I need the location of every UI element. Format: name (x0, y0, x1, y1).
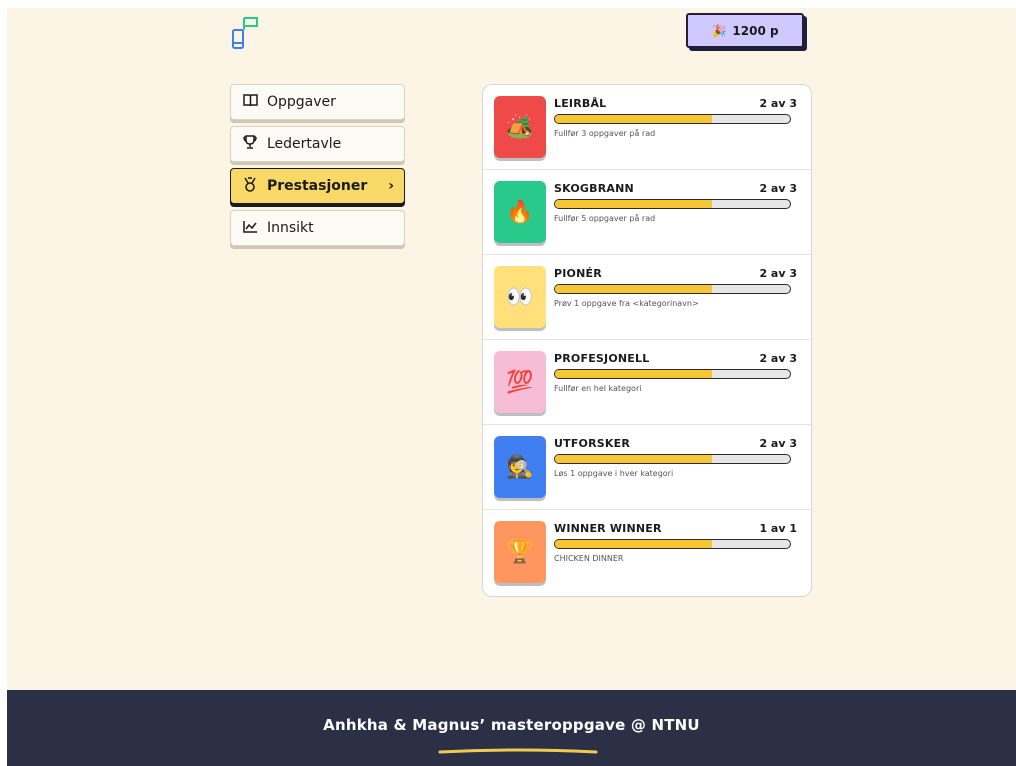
achievement-description: Prøv 1 oppgave fra <kategorinavn> (554, 299, 699, 308)
progress-fill (555, 115, 712, 123)
nav-label: Oppgaver (267, 94, 336, 110)
achievement-description: Løs 1 oppgave i hver kategori (554, 469, 674, 478)
trophy-icon: 🏆 (494, 521, 546, 583)
nav-item-prestasjoner[interactable]: Prestasjoner › (230, 168, 405, 204)
achievement-row: 🕵️ UTFORSKER 2 av 3 Løs 1 oppgave i hver… (483, 425, 811, 510)
achievement-description: Fullfør 5 oppgaver på rad (554, 214, 656, 223)
sidebar-nav: Oppgaver Ledertavle Prestasjoner › Innsi… (230, 84, 405, 252)
achievement-title: WINNER WINNER (554, 522, 662, 535)
chevron-right-icon: › (388, 178, 394, 194)
achievement-row: 🏆 WINNER WINNER 1 av 1 CHICKEN DINNER (483, 510, 811, 595)
achievement-title: UTFORSKER (554, 437, 631, 450)
nav-item-innsikt[interactable]: Innsikt (230, 210, 405, 246)
achievement-count: 2 av 3 (759, 352, 797, 365)
progress-fill (555, 455, 712, 463)
achievement-description: Fullfør en hel kategori (554, 384, 642, 393)
progress-bar (554, 369, 791, 379)
nav-label: Ledertavle (267, 136, 342, 152)
achievement-title: PIONÉR (554, 267, 602, 280)
progress-bar (554, 114, 791, 124)
achievement-count: 2 av 3 (759, 182, 797, 195)
detective-icon: 🕵️ (494, 436, 546, 498)
camping-icon: 🏕️ (494, 96, 546, 158)
progress-fill (555, 370, 712, 378)
achievement-title: LEIRBÅL (554, 97, 607, 110)
chart-icon (241, 220, 259, 237)
footer-text: Anhkha & Magnus’ masteroppgave @ NTNU (323, 716, 700, 734)
medal-icon (241, 176, 259, 196)
points-label: 1200 p (732, 23, 779, 38)
progress-fill (555, 200, 712, 208)
points-badge[interactable]: 🎉 1200 p (686, 13, 804, 48)
book-icon (241, 93, 259, 111)
achievement-description: CHICKEN DINNER (554, 554, 624, 563)
achievement-row: 🏕️ LEIRBÅL 2 av 3 Fullfør 3 oppgaver på … (483, 85, 811, 170)
progress-bar (554, 454, 791, 464)
footer-underline (438, 748, 598, 754)
achievement-count: 2 av 3 (759, 267, 797, 280)
nav-label: Prestasjoner (267, 178, 368, 194)
progress-fill (555, 285, 712, 293)
achievement-count: 2 av 3 (759, 437, 797, 450)
nav-item-ledertavle[interactable]: Ledertavle (230, 126, 405, 162)
app-frame: 🎉 1200 p Oppgaver Ledertavle Prestasjone… (7, 8, 1016, 766)
progress-bar (554, 539, 791, 549)
progress-bar (554, 284, 791, 294)
party-popper-icon: 🎉 (711, 23, 727, 38)
achievement-row: 🔥 SKOGBRANN 2 av 3 Fullfør 5 oppgaver på… (483, 170, 811, 255)
logo-icon[interactable] (232, 16, 260, 50)
achievement-row: 👀 PIONÉR 2 av 3 Prøv 1 oppgave fra <kate… (483, 255, 811, 340)
nav-label: Innsikt (267, 220, 314, 236)
nav-item-oppgaver[interactable]: Oppgaver (230, 84, 405, 120)
achievement-description: Fullfør 3 oppgaver på rad (554, 129, 656, 138)
achievement-count: 2 av 3 (759, 97, 797, 110)
achievements-card: 🏕️ LEIRBÅL 2 av 3 Fullfør 3 oppgaver på … (482, 84, 812, 597)
achievement-row: 💯 PROFESJONELL 2 av 3 Fullfør en hel kat… (483, 340, 811, 425)
achievement-count: 1 av 1 (759, 522, 797, 535)
hundred-points-icon: 💯 (494, 351, 546, 413)
progress-fill (555, 540, 712, 548)
fire-icon: 🔥 (494, 181, 546, 243)
trophy-icon (241, 135, 259, 153)
eyes-icon: 👀 (494, 266, 546, 328)
achievement-title: PROFESJONELL (554, 352, 650, 365)
achievement-title: SKOGBRANN (554, 182, 634, 195)
progress-bar (554, 199, 791, 209)
footer: Anhkha & Magnus’ masteroppgave @ NTNU (7, 690, 1016, 766)
